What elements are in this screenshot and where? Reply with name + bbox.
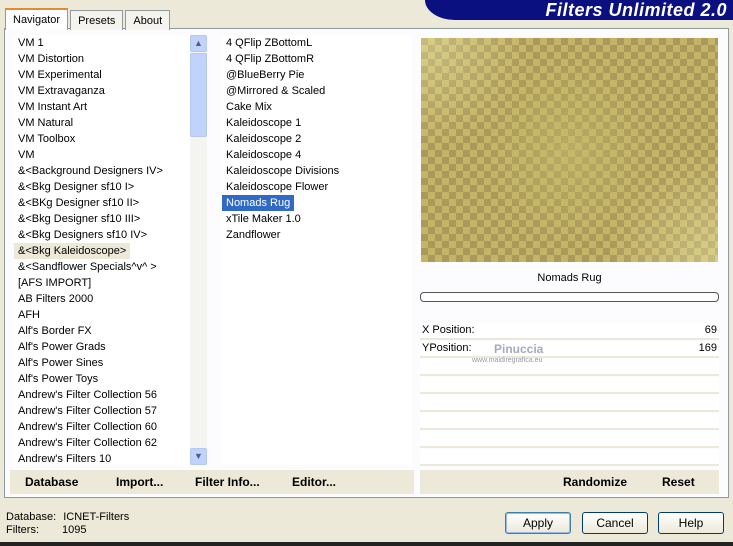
list-item[interactable]: Kaleidoscope 4 <box>222 147 412 163</box>
list-item[interactable]: &<Bkg Designers sf10 IV> <box>14 227 190 243</box>
list-item[interactable]: VM Experimental <box>14 67 190 83</box>
list-item[interactable]: &<Bkg Designer sf10 I> <box>14 179 190 195</box>
category-list[interactable]: VM 1 VM Distortion VM Experimental VM Extra… <box>14 35 190 465</box>
param-row-empty <box>420 395 719 412</box>
param-row-empty <box>420 377 719 394</box>
list-item[interactable]: Kaleidoscope 2 <box>222 131 412 147</box>
list-item[interactable]: 4 QFlip ZBottomR <box>222 51 412 67</box>
param-row-empty <box>420 359 719 376</box>
param-button-bar: Randomize Reset <box>420 470 719 494</box>
category-scrollbar[interactable]: ▲ ▼ <box>190 35 207 465</box>
list-item[interactable]: VM Natural <box>14 115 190 131</box>
list-item[interactable]: AB Filters 2000 <box>14 291 190 307</box>
list-item[interactable]: 4 QFlip ZBottomL <box>222 35 412 51</box>
help-button[interactable]: Help <box>658 512 724 534</box>
list-item[interactable]: Andrew's Filters 10 <box>14 451 190 465</box>
list-item[interactable]: Alf's Border FX <box>14 323 190 339</box>
list-item[interactable]: AFH <box>14 307 190 323</box>
list-item[interactable]: Zandflower <box>222 227 412 243</box>
list-item[interactable]: @BlueBerry Pie <box>222 67 412 83</box>
watermark: Pinuccia <box>494 342 544 356</box>
randomize-button[interactable]: Randomize <box>563 470 627 494</box>
tab-bar: Navigator Presets About <box>5 8 172 30</box>
list-item[interactable]: Andrew's Filter Collection 62 <box>14 435 190 451</box>
tab-about[interactable]: About <box>125 10 171 30</box>
list-item[interactable]: &<Bkg Kaleidoscope> <box>14 243 131 259</box>
param-row-empty <box>420 449 719 466</box>
list-item[interactable]: Andrew's Filter Collection 56 <box>14 387 190 403</box>
list-item[interactable]: Kaleidoscope Divisions <box>222 163 412 179</box>
app-title-banner: Filters Unlimited 2.0 <box>425 0 733 20</box>
list-item[interactable]: [AFS IMPORT] <box>14 275 190 291</box>
list-item[interactable]: Nomads Rug <box>222 195 295 211</box>
watermark-url: www.maidiregrafica.eu <box>472 357 543 364</box>
list-item[interactable]: VM Instant Art <box>14 99 190 115</box>
param-row-empty <box>420 413 719 430</box>
cancel-button[interactable]: Cancel <box>582 512 648 534</box>
editor-button[interactable]: Editor... <box>292 470 336 494</box>
list-item[interactable]: VM Distortion <box>14 51 190 67</box>
status-database: Database: ICNET-Filters <box>6 511 130 523</box>
list-item[interactable]: @Mirrored & Scaled <box>222 83 412 99</box>
tab-presets[interactable]: Presets <box>70 10 124 30</box>
apply-button[interactable]: Apply <box>505 512 571 534</box>
list-item[interactable]: VM <box>14 147 190 163</box>
list-item[interactable]: &<BKg Designer sf10 II> <box>14 195 190 211</box>
list-item[interactable]: Alf's Power Grads <box>14 339 190 355</box>
list-item[interactable]: Cake Mix <box>222 99 412 115</box>
progress-bar <box>420 292 719 302</box>
param-row-x[interactable]: X Position: 69 <box>420 323 719 340</box>
list-item[interactable]: VM 1 <box>14 35 190 51</box>
navigator-button-bar: Database Import... Filter Info... Editor… <box>10 470 414 494</box>
param-row-y[interactable]: YPosition: 169 <box>420 341 719 358</box>
list-item[interactable]: &<Sandflower Specials^v^ > <box>14 259 190 275</box>
tab-navigator[interactable]: Navigator <box>5 8 69 30</box>
list-item[interactable]: Andrew's Filter Collection 60 <box>14 419 190 435</box>
window-bottom-edge <box>0 542 733 546</box>
scroll-down-icon[interactable]: ▼ <box>190 448 207 465</box>
import-button[interactable]: Import... <box>116 470 163 494</box>
status-filters: Filters: 1095 <box>6 524 87 536</box>
scroll-up-icon[interactable]: ▲ <box>190 35 207 52</box>
filter-name-label: Nomads Rug <box>537 272 602 284</box>
list-item[interactable]: Alf's Power Sines <box>14 355 190 371</box>
list-item[interactable]: VM Extravaganza <box>14 83 190 99</box>
filter-info-button[interactable]: Filter Info... <box>195 470 260 494</box>
list-item[interactable]: &<Background Designers IV> <box>14 163 190 179</box>
list-item[interactable]: &<Bkg Designer sf10 III> <box>14 211 190 227</box>
list-item[interactable]: VM Toolbox <box>14 131 190 147</box>
database-button[interactable]: Database <box>25 470 78 494</box>
list-item[interactable]: Kaleidoscope Flower <box>222 179 412 195</box>
param-row-empty <box>420 431 719 448</box>
list-item[interactable]: Kaleidoscope 1 <box>222 115 412 131</box>
reset-button[interactable]: Reset <box>662 470 695 494</box>
scroll-thumb[interactable] <box>190 53 207 137</box>
filter-preview-image <box>421 38 718 262</box>
list-item[interactable]: xTile Maker 1.0 <box>222 211 412 227</box>
list-item[interactable]: Alf's Power Toys <box>14 371 190 387</box>
filter-list[interactable]: 4 QFlip ZBottomL 4 QFlip ZBottomR @BlueBer… <box>222 35 412 465</box>
list-item[interactable]: Andrew's Filter Collection 57 <box>14 403 190 419</box>
